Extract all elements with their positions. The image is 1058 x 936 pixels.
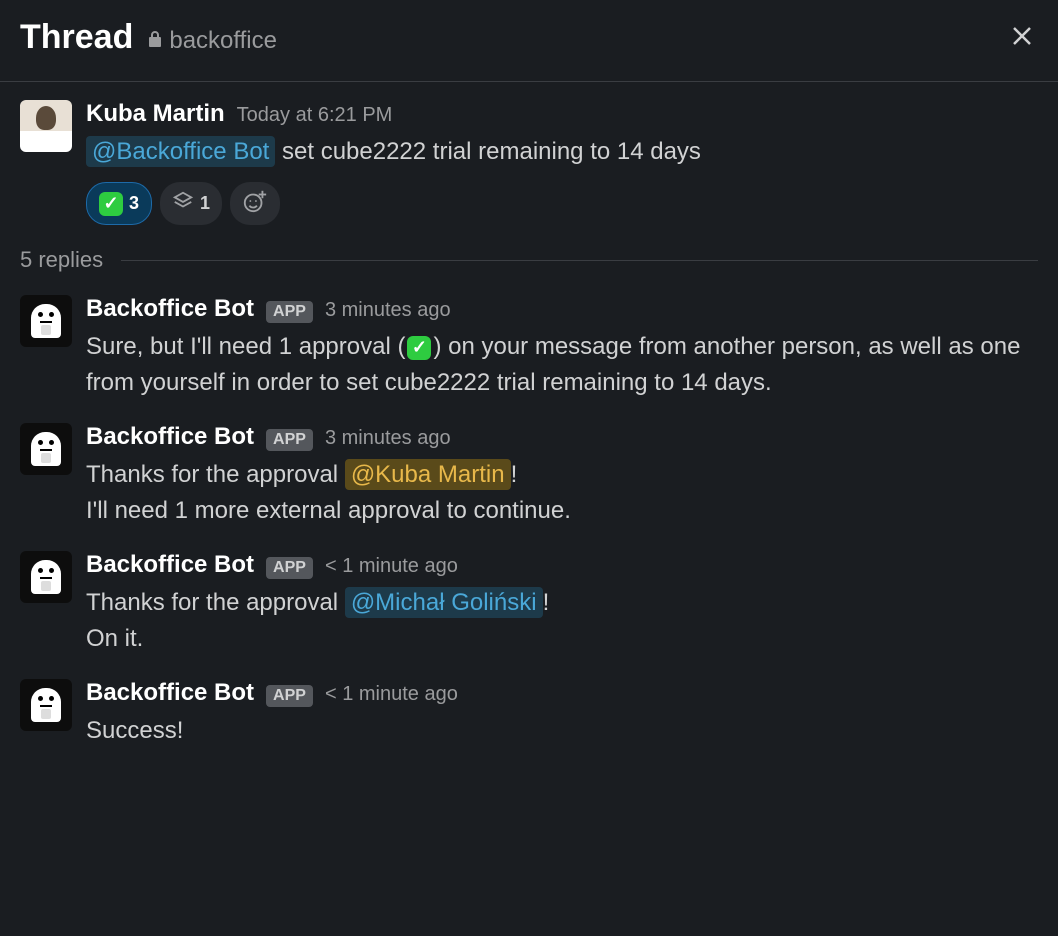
message-text: Thanks for the approval @Kuba Martin! I'… xyxy=(86,457,1038,529)
text-line2: On it. xyxy=(86,625,143,652)
message-header: Backoffice Bot APP 3 minutes ago xyxy=(86,423,1038,451)
channel-name: backoffice xyxy=(169,27,277,55)
reaction-check[interactable]: ✓ 3 xyxy=(86,182,152,225)
message-timestamp[interactable]: 3 minutes ago xyxy=(325,427,451,450)
avatar[interactable] xyxy=(20,100,72,152)
text-suffix: ! xyxy=(543,589,550,616)
ghost-icon xyxy=(31,688,61,722)
text-prefix: Thanks for the approval xyxy=(86,461,345,488)
channel-indicator[interactable]: backoffice xyxy=(147,27,277,55)
user-mention[interactable]: @Kuba Martin xyxy=(345,459,511,490)
check-mark-icon: ✓ xyxy=(407,336,431,360)
close-button[interactable] xyxy=(1006,20,1038,55)
reply-message: Backoffice Bot APP 3 minutes ago Sure, b… xyxy=(20,295,1038,401)
message-timestamp[interactable]: Today at 6:21 PM xyxy=(237,104,393,127)
reactions-bar: ✓ 3 1 xyxy=(86,182,1038,225)
thread-title: Thread xyxy=(20,18,133,57)
author-name[interactable]: Kuba Martin xyxy=(86,100,225,128)
bot-mention[interactable]: @Backoffice Bot xyxy=(86,136,275,167)
message-body: Backoffice Bot APP < 1 minute ago Succes… xyxy=(86,679,1038,749)
message-header: Backoffice Bot APP < 1 minute ago xyxy=(86,551,1038,579)
ghost-icon xyxy=(31,432,61,466)
avatar[interactable] xyxy=(20,423,72,475)
app-badge: APP xyxy=(266,557,313,579)
message-timestamp[interactable]: < 1 minute ago xyxy=(325,555,458,578)
replies-count: 5 replies xyxy=(20,247,103,273)
thread-content: Kuba Martin Today at 6:21 PM @Backoffice… xyxy=(0,82,1058,749)
message-text: @Backoffice Bot set cube2222 trial remai… xyxy=(86,134,1038,170)
reaction-count: 1 xyxy=(200,193,210,214)
author-name[interactable]: Backoffice Bot xyxy=(86,551,254,579)
message-header: Backoffice Bot APP 3 minutes ago xyxy=(86,295,1038,323)
text-prefix: Thanks for the approval xyxy=(86,589,345,616)
message-text: Sure, but I'll need 1 approval (✓) on yo… xyxy=(86,329,1038,401)
add-reaction-icon xyxy=(242,188,268,219)
message-body: Backoffice Bot APP 3 minutes ago Sure, b… xyxy=(86,295,1038,401)
message-text: Success! xyxy=(86,713,1038,749)
app-badge: APP xyxy=(266,301,313,323)
author-name[interactable]: Backoffice Bot xyxy=(86,679,254,707)
message-timestamp[interactable]: 3 minutes ago xyxy=(325,299,451,322)
text-before: Sure, but I'll need 1 approval ( xyxy=(86,333,405,360)
avatar[interactable] xyxy=(20,551,72,603)
lock-icon xyxy=(147,27,163,55)
reaction-stack[interactable]: 1 xyxy=(160,182,222,225)
message-text: Thanks for the approval @Michał Goliński… xyxy=(86,585,1038,657)
author-name[interactable]: Backoffice Bot xyxy=(86,295,254,323)
message-body: Backoffice Bot APP 3 minutes ago Thanks … xyxy=(86,423,1038,529)
ghost-icon xyxy=(31,304,61,338)
reply-message: Backoffice Bot APP 3 minutes ago Thanks … xyxy=(20,423,1038,529)
message-header: Backoffice Bot APP < 1 minute ago xyxy=(86,679,1038,707)
header-left: Thread backoffice xyxy=(20,18,277,57)
reply-message: Backoffice Bot APP < 1 minute ago Thanks… xyxy=(20,551,1038,657)
message-header: Kuba Martin Today at 6:21 PM xyxy=(86,100,1038,128)
app-badge: APP xyxy=(266,685,313,707)
avatar[interactable] xyxy=(20,679,72,731)
message-text-rest: set cube2222 trial remaining to 14 days xyxy=(275,138,701,165)
add-reaction-button[interactable] xyxy=(230,182,280,225)
message-body: Backoffice Bot APP < 1 minute ago Thanks… xyxy=(86,551,1038,657)
replies-divider: 5 replies xyxy=(20,247,1038,273)
user-mention[interactable]: @Michał Goliński xyxy=(345,587,543,618)
message-body: Kuba Martin Today at 6:21 PM @Backoffice… xyxy=(86,100,1038,225)
app-badge: APP xyxy=(266,429,313,451)
message-timestamp[interactable]: < 1 minute ago xyxy=(325,683,458,706)
text-line2: I'll need 1 more external approval to co… xyxy=(86,497,571,524)
text-suffix: ! xyxy=(511,461,518,488)
thread-header: Thread backoffice xyxy=(0,0,1058,82)
original-message: Kuba Martin Today at 6:21 PM @Backoffice… xyxy=(20,100,1038,225)
stack-icon xyxy=(172,190,194,217)
check-mark-icon: ✓ xyxy=(99,192,123,216)
close-icon xyxy=(1010,36,1034,51)
ghost-icon xyxy=(31,560,61,594)
divider-line xyxy=(121,260,1038,261)
avatar[interactable] xyxy=(20,295,72,347)
reply-message: Backoffice Bot APP < 1 minute ago Succes… xyxy=(20,679,1038,749)
author-name[interactable]: Backoffice Bot xyxy=(86,423,254,451)
reaction-count: 3 xyxy=(129,193,139,214)
